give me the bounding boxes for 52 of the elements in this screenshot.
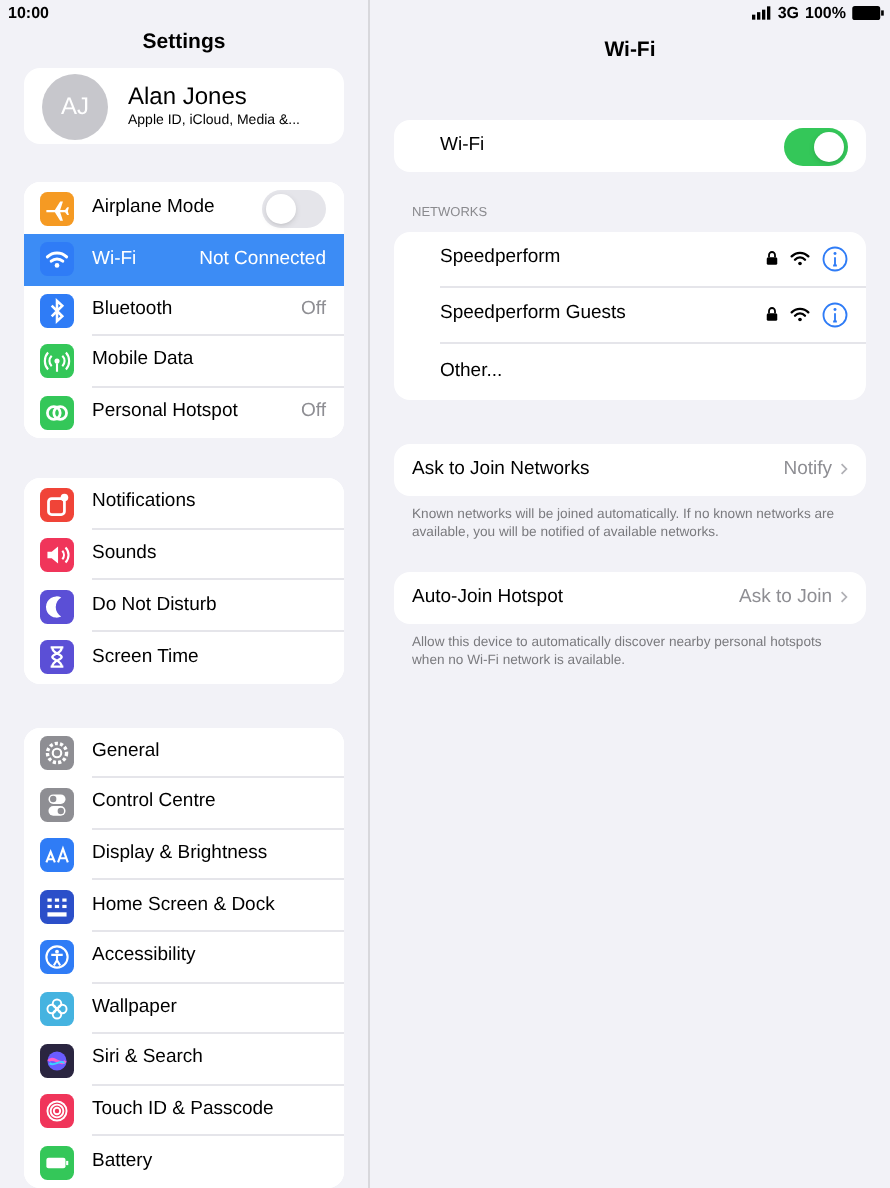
item-label: Bluetooth [92, 295, 175, 324]
item-value: Not Connected [199, 245, 326, 274]
network-name: Speedperform [440, 244, 563, 273]
wifi-icon [790, 306, 810, 323]
item-label: Screen Time [92, 643, 201, 672]
chevron-icon [840, 590, 848, 605]
sidebar-title: Settings [142, 27, 226, 58]
setting-value: Notify [783, 455, 832, 484]
info-icon[interactable] [822, 245, 848, 272]
item-label: Mobile Data [92, 346, 196, 375]
setting-label: Auto-Join Hotspot [412, 583, 566, 612]
network-row[interactable]: Speedperform [440, 231, 866, 288]
item-label: Airplane Mode [92, 193, 217, 222]
sidebar-item[interactable]: Bluetooth Off [24, 285, 344, 337]
item-label: Sounds [92, 540, 159, 569]
item-label: Control Centre [92, 788, 218, 817]
network-name: Other... [440, 357, 505, 386]
item-value: Off [301, 398, 326, 427]
avatar-initials: AJ [60, 90, 89, 125]
settings-row[interactable]: Auto-Join Hotspot Ask to Join [394, 571, 866, 624]
item-label: Display & Brightness [92, 840, 270, 869]
page-title: Wi-Fi [604, 36, 656, 67]
battery-percent: 100% [805, 6, 846, 22]
settings-row[interactable]: Ask to Join Networks Notify [394, 443, 866, 496]
item-label: Home Screen & Dock [92, 891, 277, 920]
battery-icon [852, 6, 884, 20]
item-label: Battery [92, 1148, 155, 1177]
wifi-label: Wi-Fi [440, 131, 487, 160]
toggle-switch[interactable] [262, 189, 326, 228]
network-row[interactable]: Speedperform Guests [440, 287, 866, 344]
info-icon[interactable] [822, 301, 848, 328]
setting-value: Ask to Join [739, 583, 832, 612]
item-label: Siri & Search [92, 1044, 205, 1073]
setting-label: Ask to Join Networks [412, 455, 592, 484]
item-label: Wallpaper [92, 993, 179, 1022]
item-label: Personal Hotspot [92, 398, 240, 427]
item-label: Do Not Disturb [92, 591, 219, 620]
item-label: Wi-Fi [92, 245, 139, 274]
network-type: 3G [777, 6, 800, 22]
item-label: Accessibility [92, 942, 198, 971]
item-label: Touch ID & Passcode [92, 1095, 276, 1124]
network-name: Speedperform Guests [440, 300, 628, 329]
profile-name: Alan Jones [128, 84, 249, 109]
wifi-icon [790, 250, 810, 267]
item-label: Notifications [92, 488, 198, 517]
clock: 10:00 [8, 6, 49, 24]
signal-icon [751, 6, 772, 20]
chevron-icon [840, 462, 848, 477]
item-value: Off [301, 295, 326, 324]
network-row[interactable]: Other... [440, 343, 866, 400]
toggle-switch[interactable] [784, 127, 848, 165]
item-label: General [92, 737, 162, 766]
